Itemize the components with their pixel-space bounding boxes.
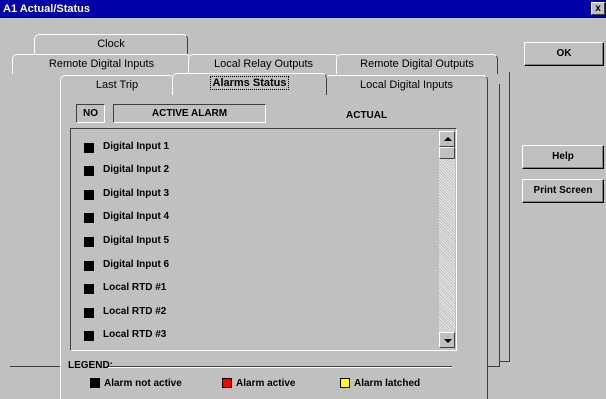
- header-no: NO: [76, 104, 105, 123]
- status-square-icon: [84, 237, 94, 247]
- close-icon[interactable]: x: [591, 2, 605, 15]
- tab-local-relay-outputs[interactable]: Local Relay Outputs: [188, 54, 339, 74]
- tab-clock[interactable]: Clock: [34, 34, 188, 54]
- status-square-icon: [84, 213, 94, 223]
- status-square-icon: [84, 284, 94, 294]
- arrow-down-icon: [444, 339, 452, 343]
- legend-divider: [108, 366, 452, 368]
- tab-local-digital-inputs[interactable]: Local Digital Inputs: [325, 75, 488, 95]
- scroll-down-button[interactable]: [439, 332, 455, 348]
- tab-remote-digital-inputs[interactable]: Remote Digital Inputs: [12, 54, 191, 74]
- status-square-icon: [84, 166, 94, 176]
- legend-swatch: [90, 378, 100, 388]
- scroll-up-button[interactable]: [439, 131, 455, 147]
- vertical-scrollbar[interactable]: [439, 131, 455, 348]
- header-actual: ACTUAL: [346, 110, 388, 121]
- window-title: A1 Actual/Status: [3, 3, 91, 15]
- tab-alarms-status[interactable]: Alarms Status: [172, 73, 327, 95]
- print-screen-button[interactable]: Print Screen: [522, 179, 604, 203]
- status-square-icon: [84, 261, 94, 271]
- alarm-list[interactable]: Digital Input 1 Digital Input 2 Digital …: [70, 128, 457, 351]
- status-square-icon: [84, 308, 94, 318]
- header-active-alarm: ACTIVE ALARM: [113, 104, 266, 123]
- scroll-thumb[interactable]: [439, 147, 455, 159]
- ok-button[interactable]: OK: [524, 42, 604, 66]
- tab-last-trip[interactable]: Last Trip: [60, 75, 174, 95]
- tab-remote-digital-outputs[interactable]: Remote Digital Outputs: [336, 54, 498, 74]
- title-bar: A1 Actual/Status x: [0, 0, 606, 18]
- status-square-icon: [84, 190, 94, 200]
- arrow-up-icon: [444, 137, 452, 141]
- status-square-icon: [84, 143, 94, 153]
- help-button[interactable]: Help: [522, 145, 604, 169]
- legend-swatch: [222, 378, 232, 388]
- legend-title: LEGEND:: [68, 360, 113, 371]
- legend-swatch: [340, 378, 350, 388]
- status-square-icon: [84, 331, 94, 341]
